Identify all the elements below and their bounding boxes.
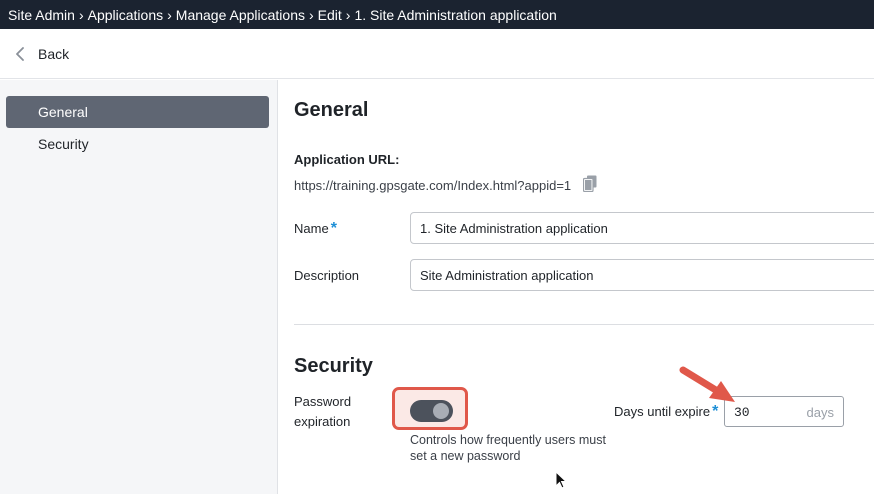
sidebar-item-label: General — [38, 104, 88, 120]
description-input[interactable] — [410, 259, 874, 291]
name-label-text: Name — [294, 221, 329, 236]
password-expiration-label: Password expiration — [294, 394, 352, 429]
breadcrumb-separator: › — [78, 6, 84, 23]
main-content: General Application URL: https://trainin… — [279, 80, 874, 494]
breadcrumb-manage-applications[interactable]: Manage Applications — [176, 7, 305, 23]
application-url-value: https://training.gpsgate.com/Index.html?… — [294, 178, 572, 193]
arrow-icon — [679, 366, 735, 402]
breadcrumb-applications[interactable]: Applications — [88, 7, 164, 23]
password-expiration-toggle[interactable] — [410, 400, 453, 422]
security-section-title: Security — [294, 355, 373, 377]
name-label: Name * — [294, 220, 337, 238]
back-label: Back — [38, 45, 70, 62]
copy-icon[interactable] — [583, 175, 597, 192]
breadcrumb: Site Admin › Applications › Manage Appli… — [0, 0, 874, 29]
breadcrumb-edit[interactable]: Edit — [318, 7, 342, 23]
breadcrumb-current: 1. Site Administration application — [354, 6, 557, 23]
breadcrumb-separator: › — [345, 6, 351, 23]
required-marker: * — [330, 220, 337, 237]
section-divider — [294, 324, 874, 325]
back-bar: Back — [0, 29, 874, 79]
sidebar-item-label: Security — [38, 136, 89, 152]
days-unit: days — [806, 405, 834, 420]
description-label: Description — [294, 268, 360, 283]
toggle-knob — [433, 403, 449, 419]
sidebar: General Security — [0, 80, 278, 494]
breadcrumb-separator: › — [308, 6, 314, 23]
sidebar-item-general[interactable]: General — [6, 96, 269, 128]
breadcrumb-site-admin[interactable]: Site Admin — [8, 7, 75, 23]
chevron-left-icon — [16, 46, 24, 61]
mouse-pointer-icon — [555, 471, 567, 489]
sidebar-item-security[interactable]: Security — [6, 128, 269, 160]
breadcrumb-separator: › — [167, 6, 172, 23]
days-until-expire-input[interactable]: 30 days — [724, 396, 844, 427]
back-button[interactable]: Back — [15, 46, 69, 62]
application-url-label: Application URL: — [294, 152, 400, 167]
name-input[interactable] — [410, 212, 874, 244]
general-section-title: General — [294, 99, 369, 121]
password-expiration-help: Controls how frequently users must set a… — [410, 433, 606, 463]
